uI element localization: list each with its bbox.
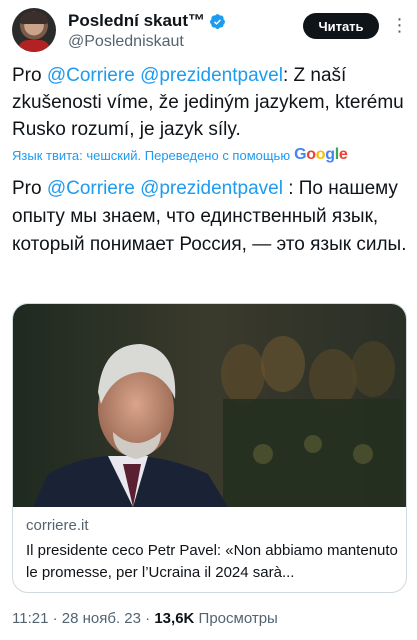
- tweet-prefix: Pro: [12, 65, 47, 86]
- avatar-hat: [20, 12, 48, 24]
- mention-prezidentpavel[interactable]: @prezidentpavel: [140, 65, 283, 86]
- avatar-shirt: [18, 40, 50, 52]
- tweet-date[interactable]: 28 нояб. 23: [62, 610, 141, 627]
- translated-text: Pro @Corriere @prezidentpavel : По нашем…: [12, 175, 407, 259]
- avatar[interactable]: [12, 8, 56, 52]
- verified-badge-icon: [210, 13, 225, 29]
- name-row: Poslední skaut™: [68, 11, 226, 31]
- translation-note-text: Язык твита: чешский. Переведено с помощь…: [12, 147, 291, 163]
- translation-note[interactable]: Язык твита: чешский. Переведено с помощь…: [12, 146, 348, 164]
- more-options-icon[interactable]: ⋮: [390, 12, 410, 38]
- tweet-header: Poslední skaut™ @Posledniskaut Читать ⋮: [0, 0, 417, 56]
- display-name[interactable]: Poslední skaut™: [68, 11, 205, 31]
- link-card-image: [13, 304, 406, 507]
- views-count: 13,6K: [154, 610, 195, 627]
- handle[interactable]: @Posledniskaut: [68, 33, 184, 51]
- link-card[interactable]: corriere.it Il presidente ceco Petr Pave…: [12, 303, 407, 593]
- tweet-text: Pro @Corriere @prezidentpavel: Z naší zk…: [12, 62, 407, 143]
- translated-prefix: Pro: [12, 178, 47, 199]
- translated-mention-prezidentpavel[interactable]: @prezidentpavel: [140, 178, 283, 199]
- google-logo: Google: [294, 146, 348, 163]
- views-label: Просмотры: [198, 610, 278, 627]
- link-card-domain: corriere.it: [26, 517, 89, 534]
- tweet-meta: 11:21 · 28 нояб. 23 · 13,6K Просмотры: [12, 610, 278, 627]
- link-card-title: Il presidente ceco Petr Pavel: «Non abbi…: [26, 542, 398, 581]
- follow-button[interactable]: Читать: [303, 13, 379, 39]
- translated-mention-corriere[interactable]: @Corriere: [47, 178, 135, 199]
- tweet-time[interactable]: 11:21: [12, 610, 48, 627]
- mention-corriere[interactable]: @Corriere: [47, 65, 135, 86]
